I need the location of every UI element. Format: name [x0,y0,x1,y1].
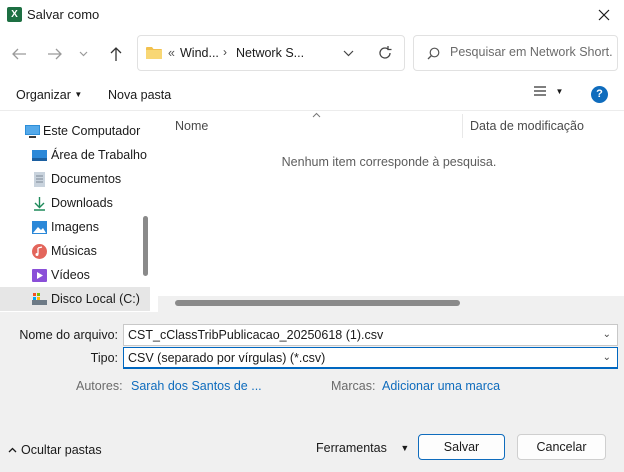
computer-icon [25,124,40,138]
help-icon[interactable]: ? [591,86,608,103]
sidebar-item-label: Este Computador [43,124,141,138]
excel-app-icon: X [7,7,22,22]
add-tag-link[interactable]: Adicionar uma marca [382,379,500,393]
authors-value[interactable]: Sarah dos Santos de ... [131,379,262,393]
close-button[interactable] [584,0,624,30]
caret-down-icon: ▼ [74,90,83,99]
tools-label: Ferramentas [316,441,387,455]
pictures-icon [32,220,47,234]
empty-message: Nenhum item corresponde à pesquisa. [281,155,497,169]
save-button[interactable]: Salvar [418,434,505,460]
sidebar-item-videos[interactable]: Vídeos [0,263,150,287]
tools-menu[interactable]: Ferramentas ▼ [316,441,409,455]
refresh-icon[interactable] [377,45,393,61]
chevron-up-icon [8,447,17,453]
authors-label: Autores: [76,379,123,393]
caret-down-icon: ▼ [400,443,410,453]
breadcrumb-overflow[interactable]: « [168,46,175,60]
command-bar: Organizar ▼ Nova pasta ▼ ? [0,78,624,110]
music-icon [32,243,47,259]
organize-menu[interactable]: Organizar ▼ [16,88,82,102]
sidebar-item-label: Vídeos [51,268,90,282]
chevron-down-icon[interactable]: ⌄ [603,325,611,345]
desktop-icon [32,149,47,161]
file-list: Nome Data de modificação Nenhum item cor… [158,112,624,312]
downloads-icon [34,196,45,211]
sidebar-item-music[interactable]: Músicas [0,239,150,263]
forward-button[interactable] [45,44,65,64]
back-button[interactable] [9,44,29,64]
column-separator[interactable] [462,114,463,138]
chevron-down-icon [79,51,87,57]
breadcrumb-separator: › [223,45,227,59]
sidebar-item-downloads[interactable]: Downloads [0,191,150,215]
sidebar-item-label: Área de Trabalho [51,148,147,162]
hide-folders-label: Ocultar pastas [21,443,102,457]
breadcrumb-windows[interactable]: Wind... [180,46,219,60]
navigation-pane-scrollbar[interactable] [143,216,148,276]
videos-icon [32,268,47,282]
cancel-button[interactable]: Cancelar [517,434,606,460]
chevron-down-icon[interactable]: ⌄ [603,348,611,367]
drive-icon [32,292,47,305]
breadcrumb-network-shortcuts[interactable]: Network S... [236,46,304,60]
sidebar-item-label: Downloads [51,196,113,210]
folder-icon [146,47,162,59]
sidebar-item-label: Documentos [51,172,122,186]
sidebar-item-label: Músicas [51,244,97,258]
sidebar-item-desktop[interactable]: Área de Trabalho [0,143,150,167]
file-type-value: CSV (separado por vírgulas) (*.csv) [128,351,326,365]
save-form: Nome do arquivo: CST_cClassTribPublicaca… [0,312,624,410]
chevron-down-icon[interactable] [343,50,354,57]
arrow-right-icon [48,48,62,60]
new-folder-button[interactable]: Nova pasta [108,88,171,102]
navigation-pane: Este Computador Área de Trabalho Documen… [0,112,156,312]
arrow-left-icon [12,48,26,60]
sidebar-item-documents[interactable]: Documentos [0,167,150,191]
up-button[interactable] [106,44,126,64]
dialog-footer: Ocultar pastas Ferramentas ▼ Salvar Canc… [0,410,624,472]
arrow-up-icon [110,47,122,61]
horizontal-scrollbar[interactable] [158,296,624,312]
search-icon [427,47,440,60]
list-view-icon [534,86,546,96]
file-type-label: Tipo: [90,351,118,365]
file-type-select[interactable]: CSV (separado por vírgulas) (*.csv) ⌄ [123,347,618,369]
address-bar[interactable]: « Wind... › Network S... [137,35,405,71]
title-bar: X Salvar como [0,0,624,30]
filename-value: CST_cClassTribPublicacao_20250618 (1).cs… [128,328,384,342]
window-title: Salvar como [27,7,100,22]
filename-input[interactable]: CST_cClassTribPublicacao_20250618 (1).cs… [123,324,618,346]
view-options-button[interactable]: ▼ [533,85,563,100]
sidebar-item-label: Disco Local (C:) [51,292,140,306]
close-icon [598,9,610,21]
organize-label: Organizar [16,88,71,102]
tags-label: Marcas: [331,379,376,393]
documents-icon [34,171,45,187]
recent-locations-button[interactable] [75,44,91,64]
sidebar-item-local-disk[interactable]: Disco Local (C:) [0,287,150,311]
caret-down-icon: ▼ [555,87,564,96]
horizontal-scrollbar-thumb[interactable] [175,300,460,306]
sidebar-item-label: Imagens [51,220,99,234]
search-input[interactable] [450,45,612,59]
column-header-name[interactable]: Nome [175,119,208,133]
filename-label: Nome do arquivo: [19,328,118,342]
toolbar-divider [0,110,624,111]
column-header-date-modified[interactable]: Data de modificação [470,119,584,133]
hide-folders-button[interactable]: Ocultar pastas [8,443,102,457]
search-box[interactable] [413,35,618,71]
sort-ascending-icon [312,112,321,118]
sidebar-item-pictures[interactable]: Imagens [0,215,150,239]
sidebar-item-this-pc[interactable]: Este Computador [0,119,150,143]
